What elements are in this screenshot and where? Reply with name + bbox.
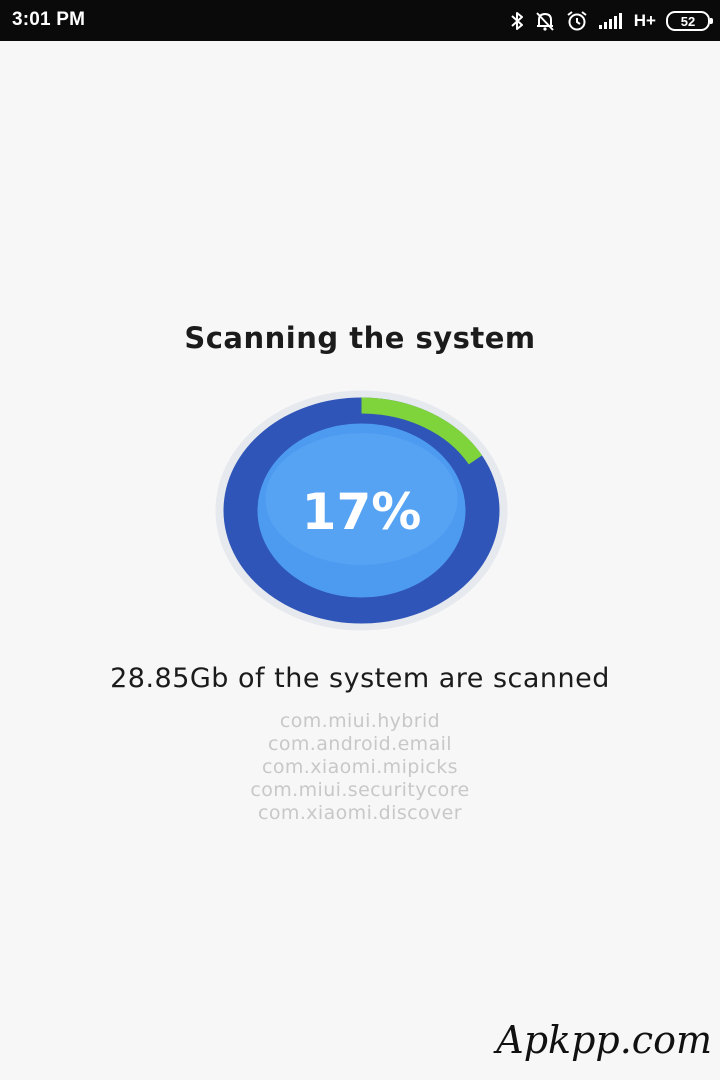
package-item: com.miui.securitycore [250, 779, 470, 801]
alarm-icon [566, 10, 588, 32]
page-title: Scanning the system [184, 321, 536, 355]
network-type: H+ [633, 11, 656, 30]
scan-progress-ring: 17% [214, 389, 509, 632]
battery-level: 52 [680, 13, 696, 29]
status-time: 3:01 PM [12, 9, 86, 30]
battery-icon: 52 [666, 11, 713, 31]
progress-percent: 17% [302, 483, 422, 541]
notifications-off-icon [534, 10, 556, 32]
package-item: com.xiaomi.mipicks [262, 756, 458, 778]
bluetooth-icon [510, 11, 524, 31]
package-list: com.miui.hybrid com.android.email com.xi… [0, 710, 720, 825]
status-icons: H+ 52 [510, 9, 713, 33]
package-item: com.android.email [268, 733, 452, 755]
scanned-size-text: 28.85Gb of the system are scanned [110, 663, 610, 694]
status-bar: 3:01 PM H+ 52 [0, 0, 720, 41]
package-item: com.miui.hybrid [279, 710, 441, 732]
signal-strength-icon [598, 12, 624, 30]
watermark: Apkpp.com [496, 1018, 712, 1062]
package-item: com.xiaomi.discover [258, 802, 462, 824]
